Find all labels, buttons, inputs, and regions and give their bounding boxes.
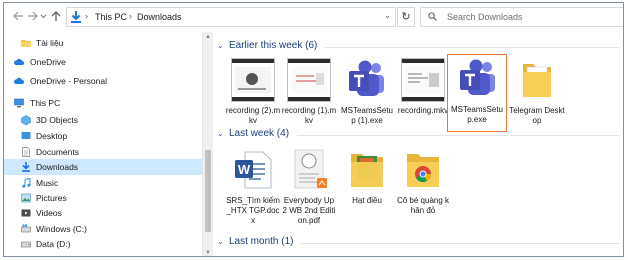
video-icon bbox=[21, 209, 31, 217]
navigation-pane: Tài liệu OneDrive OneDrive - Personal Th… bbox=[4, 32, 202, 256]
refresh-icon: ↻ bbox=[401, 11, 411, 23]
nav-item-desktop[interactable]: Desktop bbox=[4, 128, 202, 144]
folder-icon bbox=[351, 154, 383, 187]
back-button[interactable] bbox=[12, 11, 24, 24]
file-tile[interactable]: Hạt điều bbox=[339, 146, 395, 232]
teams-icon bbox=[349, 60, 384, 96]
nav-item-this-pc[interactable]: This PC bbox=[4, 95, 202, 111]
folder-icon bbox=[523, 64, 551, 97]
forward-button[interactable] bbox=[26, 11, 38, 24]
nav-item-tai-lieu[interactable]: Tài liệu bbox=[4, 35, 202, 51]
file-name: Cô bé quàng khăn đỏ bbox=[396, 196, 450, 215]
file-name: recording (1).mkv bbox=[281, 106, 337, 125]
breadcrumb-this-pc[interactable]: This PC bbox=[95, 12, 127, 22]
search-icon bbox=[428, 12, 437, 21]
chevron-down-icon[interactable]: ⌄ bbox=[217, 41, 224, 50]
scrollbar-thumb[interactable] bbox=[205, 150, 211, 232]
cloud-icon bbox=[14, 58, 24, 65]
refresh-button[interactable]: ↻ bbox=[397, 7, 415, 27]
file-list-pane: ⌄ Earlier this week (6) recording (2).mk… bbox=[213, 32, 623, 256]
pdf-icon bbox=[294, 149, 327, 189]
file-name: Telegram Desktop bbox=[509, 106, 565, 125]
nav-item-3d-objects[interactable]: 3D Objects bbox=[4, 112, 202, 128]
nav-item-pictures[interactable]: Pictures bbox=[4, 190, 202, 206]
breadcrumb-downloads[interactable]: Downloads bbox=[137, 12, 182, 22]
drive-icon bbox=[21, 241, 31, 248]
nav-item-downloads[interactable]: Downloads bbox=[4, 159, 202, 175]
file-tile[interactable]: W SRS_Tìm kiếm_HTX TGP.docx bbox=[225, 146, 281, 238]
nav-item-onedrive-personal[interactable]: OneDrive - Personal bbox=[4, 73, 202, 89]
video-file-icon bbox=[401, 58, 445, 102]
chevron-down-icon bbox=[40, 14, 46, 19]
search-input[interactable]: Search Downloads bbox=[447, 12, 523, 22]
arrow-left-icon bbox=[12, 11, 23, 21]
group-divider bbox=[325, 47, 619, 48]
folder-icon bbox=[21, 40, 31, 47]
download-icon bbox=[22, 162, 30, 172]
scroll-down-icon[interactable]: ▼ bbox=[203, 250, 213, 256]
group-last-week[interactable]: ⌄ Last week (4) bbox=[217, 128, 621, 142]
arrow-up-icon bbox=[51, 11, 61, 21]
nav-item-onedrive[interactable]: OneDrive bbox=[4, 54, 202, 70]
word-icon: W bbox=[235, 151, 272, 189]
file-tile-selected[interactable]: MSTeamsSetup.exe bbox=[447, 54, 507, 132]
chrome-folder-icon bbox=[407, 154, 439, 187]
document-icon bbox=[22, 147, 30, 157]
scroll-up-icon[interactable]: ▲ bbox=[203, 34, 213, 40]
breadcrumb-separator: › bbox=[129, 11, 132, 21]
file-name: MSTeamsSetup.exe bbox=[450, 105, 504, 124]
cloud-icon bbox=[14, 77, 24, 84]
group-divider bbox=[297, 135, 619, 136]
chevron-down-icon[interactable]: ⌄ bbox=[217, 129, 224, 138]
picture-icon bbox=[21, 193, 31, 203]
path-box[interactable]: › This PC › Downloads ⌄ bbox=[66, 7, 396, 27]
chevron-down-icon[interactable]: ⌄ bbox=[217, 237, 224, 246]
nav-item-music[interactable]: Music bbox=[4, 175, 202, 191]
video-file-icon bbox=[231, 58, 275, 102]
recent-locations-button[interactable] bbox=[39, 11, 47, 24]
nav-item-data-d[interactable]: Data (D:) bbox=[4, 236, 202, 252]
drive-icon bbox=[21, 224, 31, 233]
nav-item-documents[interactable]: Documents bbox=[4, 144, 202, 160]
up-button[interactable] bbox=[50, 11, 62, 24]
video-file-icon bbox=[287, 58, 331, 102]
chevron-down-icon[interactable]: ⌄ bbox=[384, 11, 391, 20]
search-box[interactable]: Search Downloads bbox=[420, 7, 623, 27]
file-tile[interactable]: Everybody Up 2 WB 2nd Edition.pdf bbox=[281, 146, 337, 246]
file-name: recording.mkv bbox=[397, 106, 449, 115]
arrow-right-icon bbox=[27, 11, 38, 21]
file-name: Hạt điều bbox=[352, 196, 382, 205]
nav-scrollbar[interactable]: ▲ ▼ bbox=[202, 32, 213, 256]
teams-icon bbox=[460, 59, 495, 95]
file-name: recording (2).mkv bbox=[225, 106, 281, 125]
file-name: SRS_Tìm kiếm_HTX TGP.docx bbox=[226, 196, 280, 225]
cube-icon bbox=[21, 115, 31, 125]
group-last-month[interactable]: ⌄ Last month (1) bbox=[217, 236, 621, 250]
file-name: MSTeamsSetup (1).exe bbox=[340, 106, 394, 125]
file-explorer-window: › This PC › Downloads ⌄ ↻ Search Downloa… bbox=[3, 2, 624, 257]
group-earlier-this-week[interactable]: ⌄ Earlier this week (6) bbox=[217, 40, 621, 54]
music-icon bbox=[22, 178, 31, 188]
address-bar: › This PC › Downloads ⌄ ↻ Search Downloa… bbox=[4, 3, 623, 33]
desktop-icon bbox=[21, 132, 31, 139]
breadcrumb-separator: › bbox=[85, 11, 88, 21]
file-name: Everybody Up 2 WB 2nd Edition.pdf bbox=[282, 196, 336, 225]
svg-text:W: W bbox=[238, 162, 251, 177]
download-icon bbox=[71, 11, 81, 23]
nav-item-videos[interactable]: Videos bbox=[4, 205, 202, 221]
file-tile[interactable]: Cô bé quàng khăn đỏ bbox=[395, 146, 451, 238]
nav-item-windows-c[interactable]: Windows (C:) bbox=[4, 221, 202, 237]
computer-icon bbox=[14, 98, 24, 108]
group-divider bbox=[301, 243, 619, 244]
